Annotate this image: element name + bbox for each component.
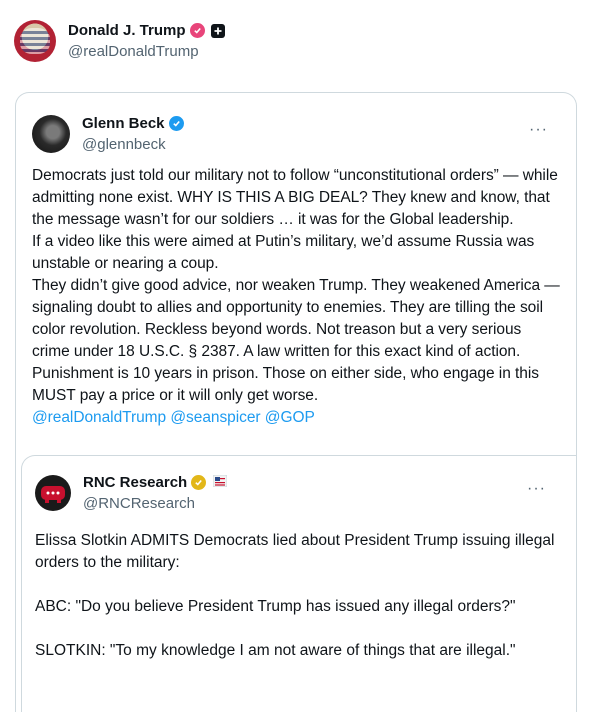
quoted-post: Glenn Beck @glennbeck ··· Democrats just… [32, 115, 562, 429]
nested-name-row: RNC Research [83, 474, 228, 491]
author-name-row: Donald J. Trump [68, 22, 225, 39]
quoted-post-header: Glenn Beck @glennbeck ··· [32, 115, 562, 153]
nested-post-text: Elissa Slotkin ADMITS Democrats lied abo… [35, 532, 555, 659]
elephant-logo-icon [41, 486, 65, 503]
quoted-post-text: Democrats just told our military not to … [32, 165, 562, 429]
quoted-post-card[interactable]: Glenn Beck @glennbeck ··· Democrats just… [15, 92, 577, 712]
more-options-icon[interactable]: ··· [529, 121, 548, 139]
quoted-avatar[interactable] [32, 115, 70, 153]
quoted-author-name[interactable]: Glenn Beck [82, 115, 165, 132]
mention-link[interactable]: @realDonaldTrump [32, 409, 166, 426]
author-name[interactable]: Donald J. Trump [68, 22, 186, 39]
nested-post-header: RNC Research @RNCResearch ··· [35, 474, 560, 512]
nested-author-name[interactable]: RNC Research [83, 474, 187, 491]
quoted-author-handle[interactable]: @glennbeck [82, 136, 184, 153]
author-block: Donald J. Trump @realDonaldTrump [68, 22, 225, 60]
verified-org-badge-icon[interactable] [191, 475, 207, 490]
mention-link[interactable]: @seanspicer [170, 409, 260, 426]
nested-quoted-post-card[interactable]: RNC Research @RNCResearch ··· Elissa Slo… [21, 455, 576, 712]
more-options-icon[interactable]: ··· [527, 480, 546, 498]
verified-badge-icon[interactable] [168, 116, 184, 131]
outer-post-header: Donald J. Trump @realDonaldTrump [14, 20, 225, 62]
quoted-name-row: Glenn Beck [82, 115, 184, 132]
mention-link[interactable]: @GOP [265, 409, 315, 426]
verified-badge-icon[interactable] [189, 23, 205, 38]
affiliate-flag-icon [212, 474, 228, 490]
author-handle[interactable]: @realDonaldTrump [68, 43, 225, 60]
quoted-post-body: Democrats just told our military not to … [32, 167, 560, 404]
nested-author-block: RNC Research @RNCResearch [83, 474, 228, 512]
avatar[interactable] [14, 20, 56, 62]
quoted-author-block: Glenn Beck @glennbeck [82, 115, 184, 153]
nested-avatar[interactable] [35, 475, 71, 511]
government-badge-icon[interactable] [210, 23, 225, 38]
nested-author-handle[interactable]: @RNCResearch [83, 495, 227, 512]
nested-post: RNC Research @RNCResearch ··· Elissa Slo… [35, 474, 560, 662]
